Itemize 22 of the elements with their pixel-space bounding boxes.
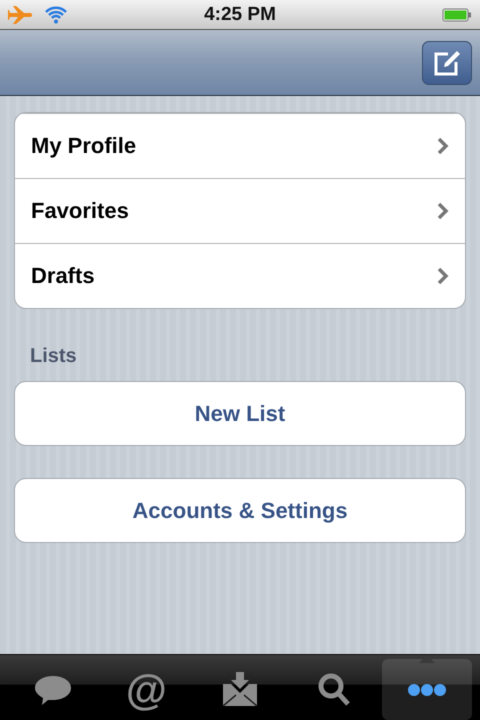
menu-row[interactable]: Drafts (15, 243, 465, 308)
status-time: 4:25 PM (204, 4, 276, 26)
battery-icon (442, 6, 472, 22)
wifi-icon (44, 6, 68, 24)
chevron-icon (437, 137, 449, 155)
new-list-button[interactable]: New List (14, 381, 466, 446)
menu-label: My Profile (31, 133, 136, 159)
tab-item[interactable]: @ (102, 659, 192, 720)
more-icon (408, 684, 446, 696)
section-header: Lists (30, 345, 78, 369)
compose-icon (432, 48, 462, 76)
compose-button[interactable] (422, 40, 472, 84)
chevron-icon (437, 267, 449, 285)
menu-row[interactable]: Favorites (15, 178, 465, 243)
menu-label: Drafts (31, 263, 95, 289)
airplane-icon (8, 4, 34, 24)
menu-label: Favorites (31, 198, 129, 224)
accounts-settings-button[interactable]: Accounts & Settings (14, 478, 466, 543)
at-sign-icon: @ (126, 668, 167, 710)
menu-row[interactable]: My Profile (15, 113, 465, 178)
envelope-icon (220, 670, 260, 710)
chevron-icon (437, 202, 449, 220)
